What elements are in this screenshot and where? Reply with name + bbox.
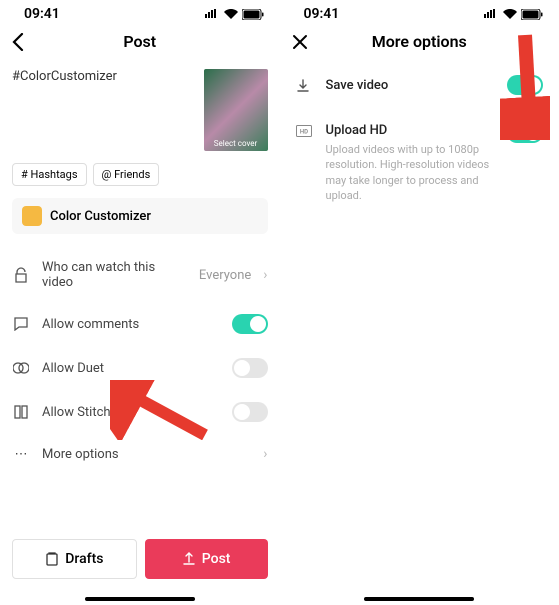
allow-duet-toggle[interactable] bbox=[232, 358, 268, 378]
hd-icon: HD bbox=[296, 125, 314, 137]
hashtags-button[interactable]: # Hashtags bbox=[12, 163, 87, 186]
caption-input[interactable]: #ColorCustomizer bbox=[12, 69, 194, 151]
post-screen: 09:41 Post #ColorCustomizer Select cover… bbox=[0, 0, 280, 605]
status-icons bbox=[204, 9, 264, 20]
allow-stitch-row: Allow Stitch bbox=[12, 390, 268, 434]
upload-hd-row: HD Upload HD Upload videos with up to 10… bbox=[296, 109, 544, 218]
post-header: Post bbox=[0, 22, 280, 61]
home-indicator bbox=[364, 597, 474, 601]
home-indicator bbox=[85, 597, 195, 601]
back-icon[interactable] bbox=[12, 33, 24, 51]
more-options-row[interactable]: ⋯ More options › bbox=[12, 434, 268, 474]
drafts-button[interactable]: Drafts bbox=[12, 539, 137, 579]
more-icon: ⋯ bbox=[12, 447, 30, 462]
close-icon[interactable] bbox=[292, 34, 308, 50]
download-icon bbox=[296, 79, 314, 93]
status-time: 09:41 bbox=[24, 6, 60, 22]
select-cover-label: Select cover bbox=[204, 139, 268, 148]
allow-duet-row: Allow Duet bbox=[12, 346, 268, 390]
app-badge-text: Color Customizer bbox=[50, 209, 151, 224]
more-options-screen: 09:41 More options Save video HD bbox=[280, 0, 559, 605]
app-badge[interactable]: Color Customizer bbox=[12, 198, 268, 234]
post-button[interactable]: Post bbox=[145, 539, 268, 579]
status-bar-left: 09:41 bbox=[0, 0, 280, 22]
chevron-right-icon: › bbox=[263, 267, 267, 283]
who-value: Everyone bbox=[199, 268, 251, 283]
chevron-right-icon: › bbox=[263, 446, 267, 462]
drafts-icon bbox=[45, 552, 59, 566]
who-can-watch-row[interactable]: Who can watch this video Everyone › bbox=[12, 248, 268, 302]
select-cover[interactable]: Select cover bbox=[204, 69, 268, 151]
allow-comments-row: Allow comments bbox=[12, 302, 268, 346]
comment-icon bbox=[12, 317, 30, 331]
duet-icon bbox=[12, 361, 30, 375]
save-video-row[interactable]: Save video bbox=[296, 61, 544, 109]
status-icons bbox=[483, 9, 543, 20]
lock-icon bbox=[12, 267, 30, 283]
allow-stitch-toggle[interactable] bbox=[232, 402, 268, 422]
page-title: More options bbox=[372, 32, 467, 51]
upload-hd-toggle[interactable] bbox=[507, 123, 543, 143]
post-icon bbox=[182, 552, 196, 566]
more-options-header: More options bbox=[280, 22, 559, 61]
page-title: Post bbox=[123, 32, 156, 51]
status-time: 09:41 bbox=[304, 6, 340, 22]
allow-comments-toggle[interactable] bbox=[232, 314, 268, 334]
svg-text:HD: HD bbox=[299, 129, 307, 136]
app-badge-icon bbox=[22, 206, 42, 226]
stitch-icon bbox=[12, 405, 30, 419]
friends-button[interactable]: @ Friends bbox=[93, 163, 160, 186]
status-bar-right: 09:41 bbox=[280, 0, 559, 22]
save-video-toggle[interactable] bbox=[507, 75, 543, 95]
